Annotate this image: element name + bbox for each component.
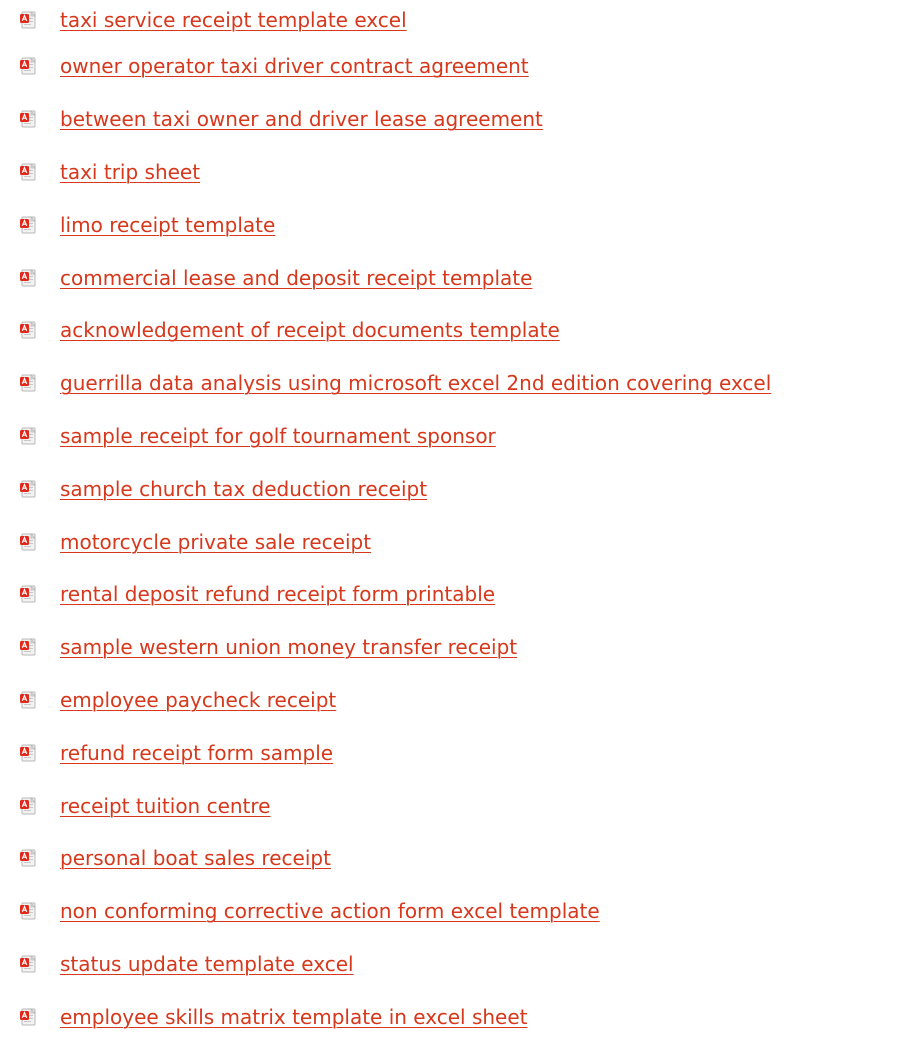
list-item: motorcycle private sale receipt [0,515,898,568]
pdf-file-icon [20,955,38,973]
document-link[interactable]: taxi trip sheet [60,160,200,184]
pdf-file-icon [20,269,38,287]
pdf-file-icon [20,163,38,181]
document-link[interactable]: refund receipt form sample [60,741,333,765]
document-link[interactable]: sample western union money transfer rece… [60,635,517,659]
pdf-file-icon [20,797,38,815]
list-item: owner operator taxi driver contract agre… [0,40,898,93]
pdf-file-icon [20,427,38,445]
pdf-file-icon [20,849,38,867]
document-link[interactable]: rental deposit refund receipt form print… [60,582,495,606]
pdf-file-icon [20,902,38,920]
document-link[interactable]: sample church tax deduction receipt [60,477,427,501]
document-link[interactable]: taxi service receipt template excel [60,8,407,32]
pdf-file-icon [20,110,38,128]
document-link[interactable]: commercial lease and deposit receipt tem… [60,266,532,290]
list-item: between taxi owner and driver lease agre… [0,93,898,146]
pdf-file-icon [20,374,38,392]
list-item: rental deposit refund receipt form print… [0,568,898,621]
list-item: taxi trip sheet [0,146,898,199]
list-item: receipt tuition centre [0,779,898,832]
list-item: status update template excel [0,938,898,991]
pdf-file-icon [20,744,38,762]
document-link[interactable]: acknowledgement of receipt documents tem… [60,318,560,342]
pdf-file-icon [20,533,38,551]
list-item: sample receipt for golf tournament spons… [0,410,898,463]
pdf-file-icon [20,480,38,498]
list-item: employee skills matrix template in excel… [0,990,898,1043]
list-item: taxi service receipt template excel [0,0,898,40]
document-link[interactable]: status update template excel [60,952,354,976]
document-link[interactable]: receipt tuition centre [60,794,271,818]
list-item: guerrilla data analysis using microsoft … [0,357,898,410]
pdf-file-icon [20,1008,38,1026]
document-link[interactable]: employee skills matrix template in excel… [60,1005,528,1029]
list-item: non conforming corrective action form ex… [0,885,898,938]
pdf-file-icon [20,691,38,709]
list-item: limo receipt template [0,198,898,251]
document-link[interactable]: limo receipt template [60,213,275,237]
document-link[interactable]: non conforming corrective action form ex… [60,899,600,923]
document-link[interactable]: sample receipt for golf tournament spons… [60,424,496,448]
pdf-file-icon [20,638,38,656]
document-link[interactable]: between taxi owner and driver lease agre… [60,107,543,131]
list-item: acknowledgement of receipt documents tem… [0,304,898,357]
list-item: sample church tax deduction receipt [0,462,898,515]
pdf-link-list: taxi service receipt template excel owner… [0,0,898,1043]
document-link[interactable]: owner operator taxi driver contract agre… [60,54,529,78]
document-link[interactable]: employee paycheck receipt [60,688,336,712]
list-item: employee paycheck receipt [0,674,898,727]
pdf-file-icon [20,321,38,339]
pdf-file-icon [20,11,38,29]
list-item: sample western union money transfer rece… [0,621,898,674]
document-link[interactable]: guerrilla data analysis using microsoft … [60,371,771,395]
document-link[interactable]: personal boat sales receipt [60,846,331,870]
list-item: personal boat sales receipt [0,832,898,885]
document-link[interactable]: motorcycle private sale receipt [60,530,371,554]
pdf-file-icon [20,216,38,234]
pdf-file-icon [20,585,38,603]
pdf-file-icon [20,57,38,75]
list-item: refund receipt form sample [0,726,898,779]
list-item: commercial lease and deposit receipt tem… [0,251,898,304]
